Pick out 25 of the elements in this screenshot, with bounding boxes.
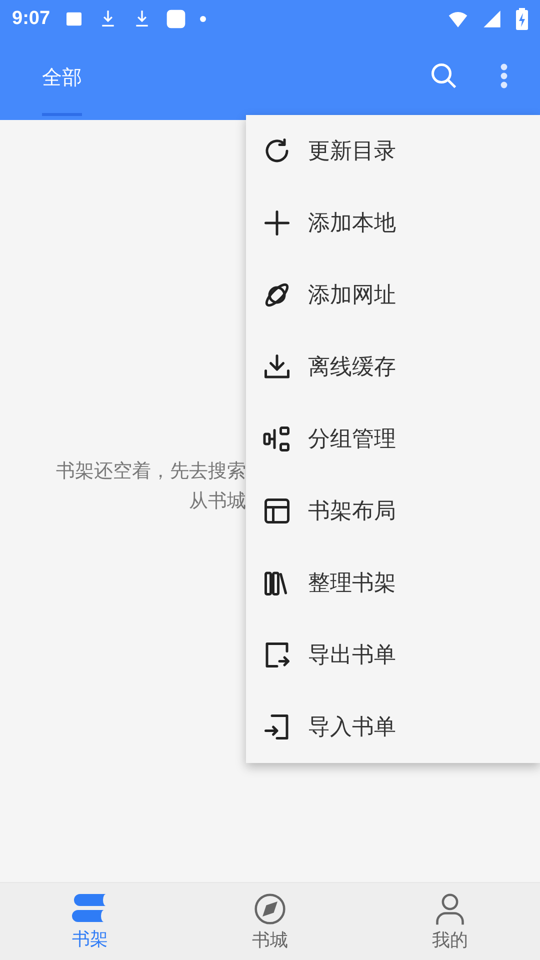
nav-tab[interactable]: 书城 [180, 883, 360, 960]
menu-item[interactable]: 导出书单 [246, 619, 540, 691]
menu-item[interactable]: 书架布局 [246, 475, 540, 547]
empty-message: 从书城 [189, 489, 246, 514]
battery-icon [516, 8, 528, 30]
menu-item[interactable]: 添加网址 [246, 259, 540, 331]
menu-item[interactable]: 导入书单 [246, 691, 540, 763]
nav-tab[interactable]: 我的 [360, 883, 540, 960]
plus-icon [262, 208, 292, 238]
books-icon [72, 892, 108, 924]
status-time: 9:07 [12, 8, 50, 30]
signal-icon [482, 9, 502, 29]
menu-item[interactable]: 整理书架 [246, 547, 540, 619]
person-icon [433, 892, 467, 926]
compass-icon [253, 892, 287, 926]
layout-icon [262, 496, 292, 526]
menu-item[interactable]: 离线缓存 [246, 331, 540, 403]
menu-item[interactable]: 分组管理 [246, 403, 540, 475]
menu-item[interactable]: 更新目录 [246, 115, 540, 187]
group-icon [262, 424, 292, 454]
wifi-icon [448, 9, 468, 29]
app-icon [166, 9, 186, 29]
dot-icon [200, 16, 206, 22]
empty-message: 书架还空着，先去搜索 [56, 459, 246, 484]
menu-item[interactable]: 添加本地 [246, 187, 540, 259]
